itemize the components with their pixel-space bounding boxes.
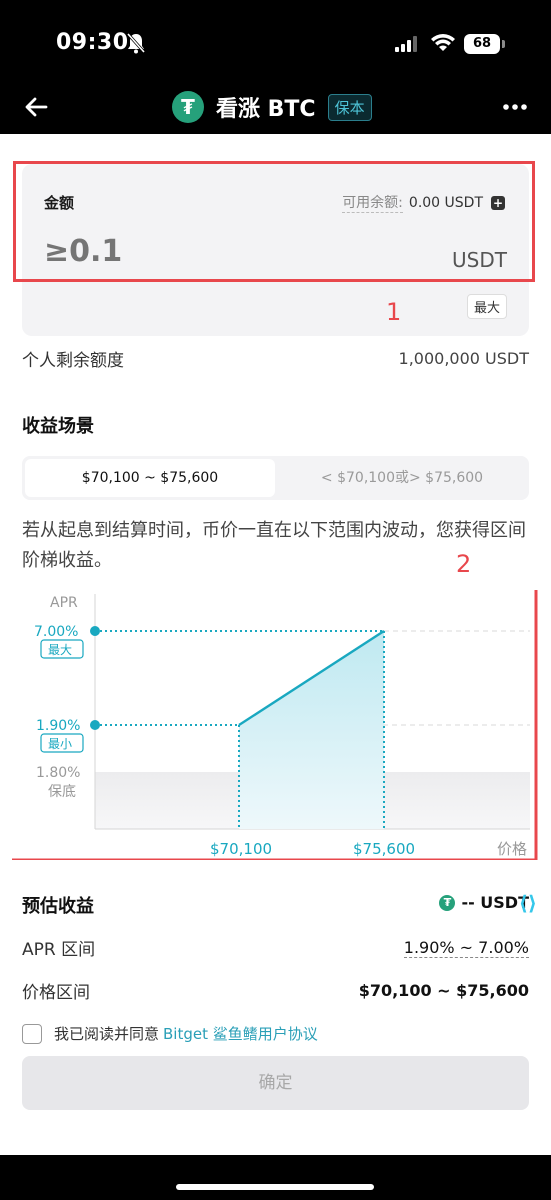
status-time: 09:30 [56, 30, 129, 55]
tether-coin-icon: ₮ [439, 894, 456, 911]
min-badge: 最小 [48, 737, 72, 751]
annotation-label-2: 2 [456, 550, 472, 578]
page-title: 看涨 BTC [216, 97, 316, 122]
x-axis-label: 价格 [497, 840, 527, 858]
bell-muted-icon [126, 33, 146, 54]
battery-indicator: 68 [464, 34, 500, 54]
x-tick-lower: $70,100 [210, 840, 272, 858]
status-bar: 09:30 68 [0, 0, 551, 80]
max-button[interactable]: 最大 [466, 294, 507, 319]
annotation-label-1: 1 [386, 298, 402, 326]
x-tick-upper: $75,600 [353, 840, 415, 858]
ai-assistant-icon[interactable]: ⟨⟩ [519, 891, 537, 915]
back-arrow-icon[interactable] [22, 92, 52, 122]
annotation-box-1 [13, 161, 535, 282]
scenario-option-out-of-range[interactable]: < $70,100或> $75,600 [278, 459, 526, 497]
nav-title-group: ₮ 看涨 BTC 保本 [172, 88, 372, 126]
home-indicator [176, 1184, 374, 1190]
apr-range-value[interactable]: 1.90% ~ 7.00% [403, 938, 529, 958]
signal-icon [395, 36, 417, 52]
price-range-row: 价格区间 $70,100 ~ $75,600 [22, 978, 529, 1003]
nav-bar: ₮ 看涨 BTC 保本 [0, 80, 551, 134]
remaining-quota-label: 个人剩余额度 [22, 351, 124, 371]
confirm-button[interactable]: 确定 [22, 1056, 529, 1110]
min-apr-point [90, 720, 100, 730]
max-badge: 最大 [48, 643, 72, 657]
agreement-link[interactable]: Bitget 鲨鱼鳍用户协议 [163, 1023, 318, 1044]
home-bar-area [0, 1155, 551, 1200]
agreement-text: 我已阅读并同意 [54, 1025, 160, 1043]
apr-range-row: APR 区间 1.90% ~ 7.00% [22, 935, 529, 960]
remaining-quota-value: 1,000,000 USDT [398, 349, 529, 368]
apr-area-fill [239, 631, 384, 829]
scenario-option-in-range[interactable]: $70,100 ~ $75,600 [25, 459, 275, 497]
agreement-checkbox[interactable] [22, 1023, 42, 1044]
max-apr-point [90, 626, 100, 636]
estimated-earnings-title: 预估收益 [22, 896, 94, 917]
scenario-segmented-control: $70,100 ~ $75,600 < $70,100或> $75,600 [22, 456, 529, 500]
floor-label: 保底 [48, 784, 76, 800]
tether-logo-icon: ₮ [172, 91, 204, 123]
price-range-value: $70,100 ~ $75,600 [358, 981, 529, 1000]
max-apr-label: 7.00% [34, 624, 78, 640]
y-axis-label: APR [50, 595, 78, 611]
agreement-row: 我已阅读并同意 Bitget 鲨鱼鳍用户协议 [22, 1023, 318, 1044]
floor-apr-label: 1.80% [36, 765, 80, 781]
apr-range-label: APR 区间 [22, 940, 96, 960]
apr-chart: APR 7.00% 最大 1.90% 最小 1.80% 保底 $70,100 $… [12, 590, 538, 860]
min-apr-label: 1.90% [36, 718, 80, 734]
estimated-earnings-value-group: ₮ -- USDT ⟨⟩ [439, 891, 537, 915]
principal-protected-badge: 保本 [327, 93, 372, 121]
remaining-quota-row: 个人剩余额度 1,000,000 USDT [22, 346, 529, 371]
more-options-icon[interactable] [500, 92, 530, 122]
battery-tip [502, 40, 505, 48]
price-range-label: 价格区间 [22, 983, 90, 1003]
scenario-title: 收益场景 [22, 416, 94, 437]
wifi-icon [431, 34, 455, 51]
